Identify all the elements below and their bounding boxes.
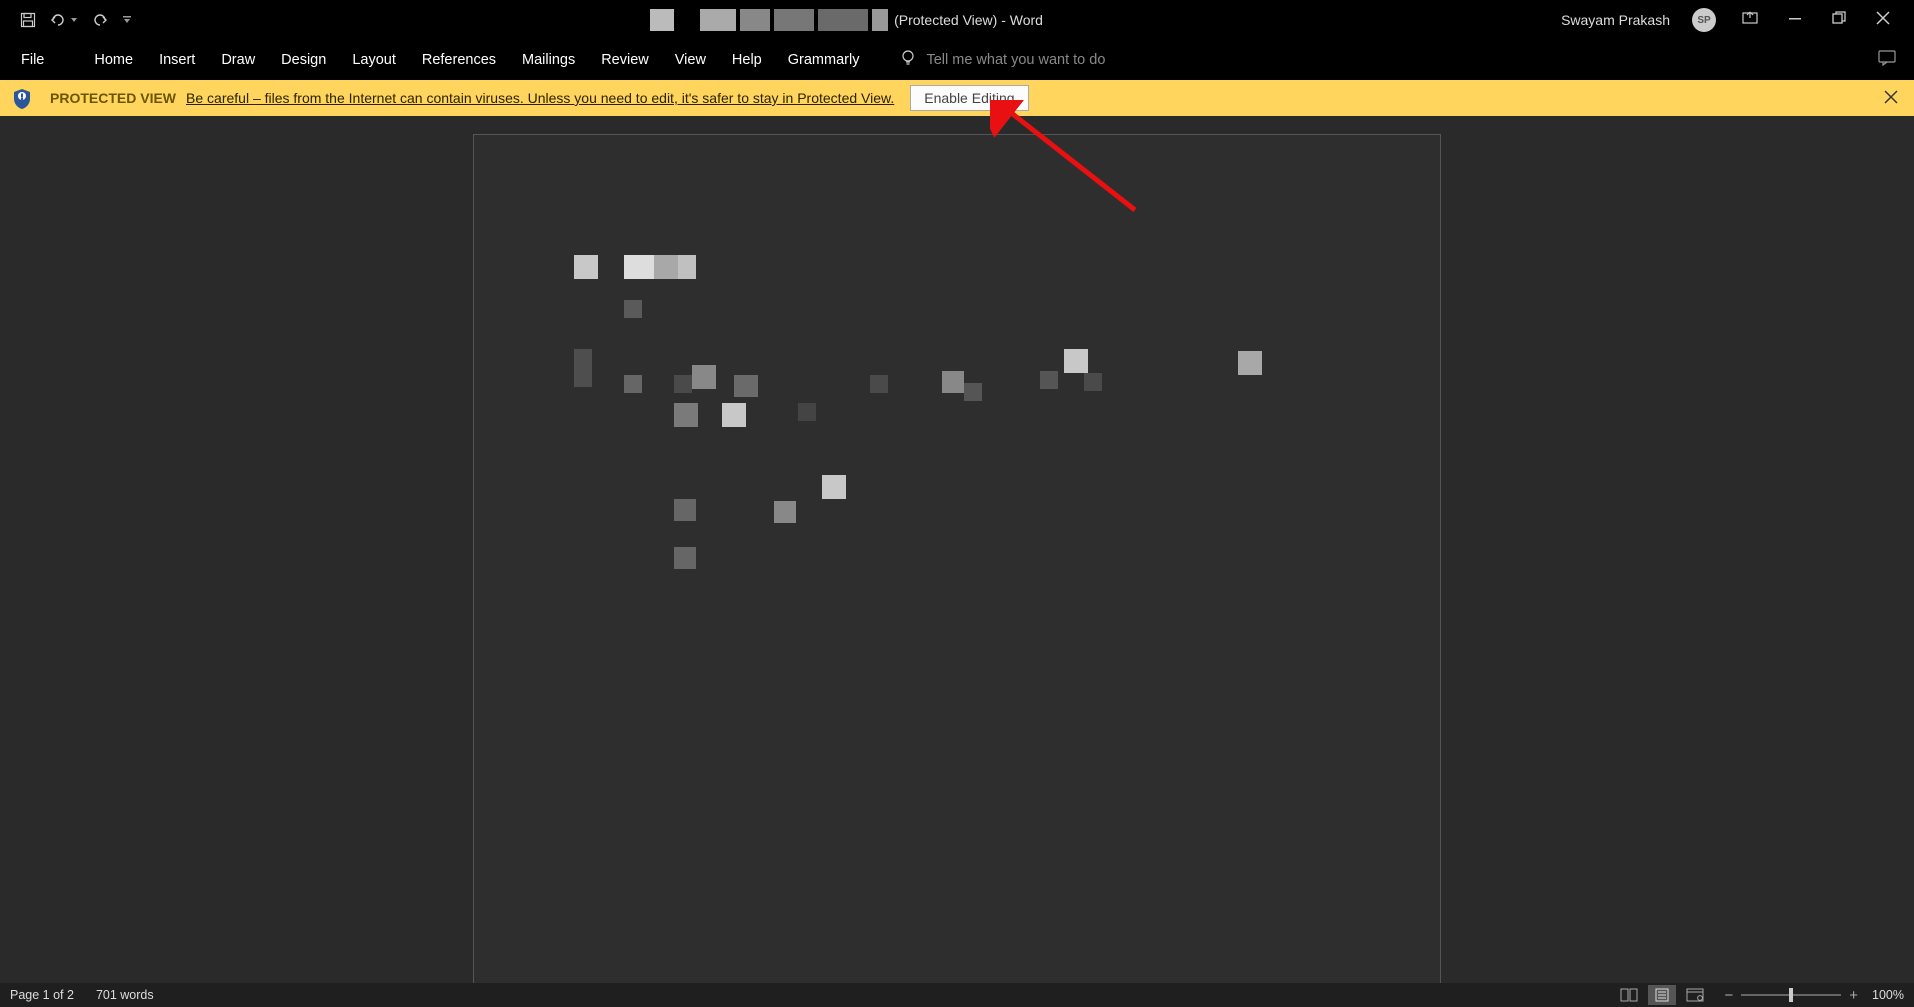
maximize-icon[interactable] <box>1828 7 1850 34</box>
window-title: (Protected View) - Word <box>132 9 1561 31</box>
minimize-icon[interactable] <box>1784 7 1806 34</box>
close-banner-icon[interactable] <box>1884 88 1898 109</box>
tab-references[interactable]: References <box>409 40 509 80</box>
zoom-thumb[interactable] <box>1789 988 1793 1002</box>
redo-icon[interactable] <box>92 13 108 27</box>
tab-help[interactable]: Help <box>719 40 775 80</box>
tab-layout[interactable]: Layout <box>339 40 409 80</box>
comments-icon[interactable] <box>1878 50 1896 71</box>
zoom-level[interactable]: 100% <box>1872 988 1904 1002</box>
protected-view-message[interactable]: Be careful – files from the Internet can… <box>186 90 894 106</box>
tab-mailings[interactable]: Mailings <box>509 40 588 80</box>
tab-draw[interactable]: Draw <box>208 40 268 80</box>
lightbulb-icon <box>900 48 916 72</box>
tab-design[interactable]: Design <box>268 40 339 80</box>
ribbon-tabs: File Home Insert Draw Design Layout Refe… <box>0 40 1914 80</box>
protected-view-banner: PROTECTED VIEW Be careful – files from t… <box>0 80 1914 116</box>
zoom-in-icon[interactable]: + <box>1849 987 1858 1004</box>
word-count[interactable]: 701 words <box>96 988 154 1002</box>
zoom-track[interactable] <box>1741 994 1841 996</box>
tell-me-placeholder: Tell me what you want to do <box>926 52 1105 68</box>
quick-access-toolbar <box>20 12 132 28</box>
enable-editing-button[interactable]: Enable Editing <box>910 85 1028 111</box>
tab-view[interactable]: View <box>662 40 719 80</box>
read-mode-icon[interactable] <box>1614 985 1644 1005</box>
ribbon-display-options-icon[interactable] <box>1738 7 1762 34</box>
save-icon[interactable] <box>20 12 36 28</box>
tab-home[interactable]: Home <box>81 40 146 80</box>
title-bar-right: Swayam Prakash SP <box>1561 7 1894 34</box>
title-bar: (Protected View) - Word Swayam Prakash S… <box>0 0 1914 40</box>
tab-insert[interactable]: Insert <box>146 40 208 80</box>
undo-icon[interactable] <box>50 13 78 27</box>
print-layout-icon[interactable] <box>1648 985 1676 1005</box>
close-icon[interactable] <box>1872 7 1894 34</box>
zoom-out-icon[interactable]: − <box>1724 987 1733 1004</box>
tab-file[interactable]: File <box>8 40 57 80</box>
protected-view-label: PROTECTED VIEW <box>50 90 176 106</box>
shield-icon <box>12 88 32 108</box>
user-name: Swayam Prakash <box>1561 12 1670 28</box>
status-bar: Page 1 of 2 701 words − + 100% <box>0 983 1914 1007</box>
tab-grammarly[interactable]: Grammarly <box>775 40 873 80</box>
document-canvas[interactable] <box>0 116 1914 983</box>
title-suffix: (Protected View) - Word <box>894 12 1043 28</box>
document-page <box>473 134 1441 983</box>
page-indicator[interactable]: Page 1 of 2 <box>10 988 74 1002</box>
zoom-slider[interactable]: − + <box>1724 987 1858 1004</box>
tab-review[interactable]: Review <box>588 40 662 80</box>
avatar[interactable]: SP <box>1692 8 1716 32</box>
qat-customize-icon[interactable] <box>122 15 132 25</box>
tell-me-search[interactable]: Tell me what you want to do <box>900 48 1906 72</box>
web-layout-icon[interactable] <box>1680 985 1710 1005</box>
